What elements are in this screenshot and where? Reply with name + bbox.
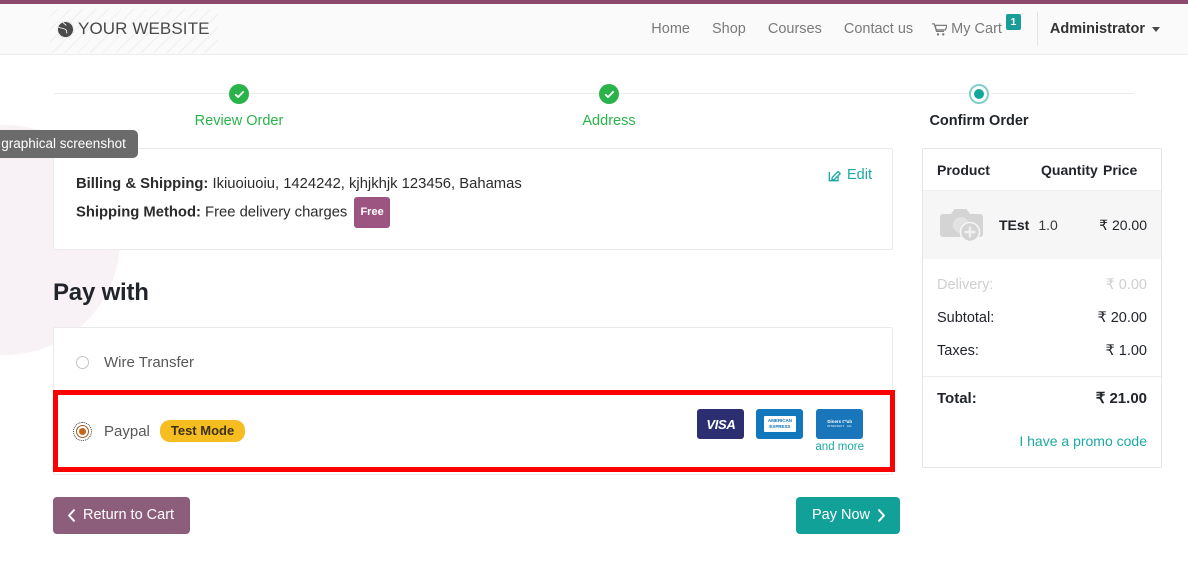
visa-logo-text: VISA: [706, 416, 736, 432]
summary-line-subtotal: Subtotal: ₹ 20.00: [937, 302, 1147, 335]
check-circle-icon: [599, 84, 619, 104]
image-placeholder-icon: [937, 201, 991, 250]
globe-icon: [56, 20, 75, 39]
shipping-method-line: Shipping Method: Free delivery charges F…: [76, 197, 870, 228]
shipping-method-label: Shipping Method:: [76, 204, 201, 221]
summary-line-value: ₹ 1.00: [1105, 343, 1147, 359]
chevron-left-icon: [67, 508, 76, 522]
summary-line-label: Taxes:: [937, 343, 979, 359]
step-label: Confirm Order: [929, 113, 1029, 129]
pay-now-label: Pay Now: [812, 507, 871, 523]
shopping-cart-icon: [932, 22, 948, 36]
dot-icon: [969, 84, 989, 104]
chevron-right-icon: [877, 508, 886, 522]
column-header-quantity: Quantity: [1041, 162, 1098, 178]
total-value: ₹ 21.00: [1095, 390, 1147, 407]
top-accent-bar: [0, 0, 1188, 4]
summary-line-value: ₹ 20.00: [1097, 310, 1147, 326]
brand-logo[interactable]: YOUR WEBSITE: [50, 9, 218, 53]
nav-divider: [1036, 12, 1038, 46]
step-label: Address: [582, 113, 636, 129]
user-menu[interactable]: Administrator: [1046, 15, 1164, 43]
summary-line-value: ₹ 0.00: [1105, 277, 1147, 293]
test-mode-badge: Test Mode: [159, 420, 246, 442]
summary-line-label: Delivery:: [937, 277, 994, 293]
address-summary-card: Billing & Shipping: Ikiuoiuoiu, 1424242,…: [53, 148, 893, 250]
brand-name: YOUR WEBSITE: [78, 19, 210, 38]
amex-logo-line2: EXPRESS: [769, 424, 791, 429]
return-to-cart-button[interactable]: Return to Cart: [53, 497, 191, 534]
promo-code-link[interactable]: I have a promo code: [923, 417, 1161, 467]
diners-club-group: Diners Club INTERNATIONAL and more: [815, 409, 864, 453]
user-menu-label: Administrator: [1049, 21, 1145, 37]
site-header: YOUR WEBSITE Home Shop Courses Contact u…: [0, 4, 1188, 55]
visa-logo: VISA: [697, 409, 745, 439]
column-header-product: Product: [937, 162, 990, 178]
checkout-main-column: Billing & Shipping: Ikiuoiuoiu, 1424242,…: [53, 148, 895, 475]
nav-item-home[interactable]: Home: [640, 15, 701, 43]
checkout-stepper: Review Order Address Confirm Order: [54, 84, 1134, 134]
summary-line-total: Total: ₹ 21.00: [937, 389, 1147, 407]
payment-option-wire-transfer[interactable]: Wire Transfer: [54, 334, 892, 390]
nav-item-shop[interactable]: Shop: [701, 15, 757, 43]
column-header-price: Price: [1103, 162, 1138, 178]
payment-option-label: Paypal: [104, 422, 150, 440]
current-step-dot: [974, 89, 984, 99]
cart-count-badge: 1: [1005, 13, 1021, 31]
return-to-cart-label: Return to Cart: [83, 507, 175, 523]
diners-logo-inner: Diners Club INTERNATIONAL: [827, 419, 853, 428]
step-review-order[interactable]: Review Order: [139, 84, 339, 129]
summary-line-label: Subtotal:: [937, 310, 995, 326]
nav-item-courses[interactable]: Courses: [757, 15, 833, 43]
step-address[interactable]: Address: [509, 84, 709, 129]
step-label: Review Order: [194, 113, 284, 129]
payment-methods-card: Wire Transfer Paypal Test Mode VISA AMER…: [53, 327, 895, 475]
step-confirm-order[interactable]: Confirm Order: [879, 84, 1079, 129]
diners-club-logo: Diners Club INTERNATIONAL: [816, 409, 864, 439]
nav-item-my-cart[interactable]: My Cart 1: [924, 13, 1031, 44]
billing-shipping-value: Ikiuoiuoiu, 1424242, kjhjkhjk 123456, Ba…: [212, 176, 522, 192]
diners-logo-line2: INTERNATIONAL: [827, 423, 853, 428]
billing-shipping-label: Billing & Shipping:: [76, 176, 209, 192]
payment-option-paypal[interactable]: Paypal Test Mode VISA AMERICAN EXPRESS D…: [53, 390, 895, 472]
edit-label: Edit: [847, 167, 872, 183]
and-more-link[interactable]: and more: [815, 441, 864, 453]
summary-item-name: TEst: [999, 217, 1030, 233]
pay-now-button[interactable]: Pay Now: [796, 497, 901, 534]
summary-item-row: TEst 1.0 ₹ 20.00: [923, 191, 1161, 259]
main-navigation: Home Shop Courses Contact us My Cart 1 A…: [640, 12, 1188, 46]
amex-logo: AMERICAN EXPRESS: [756, 409, 804, 439]
summary-totals-lines: Delivery: ₹ 0.00 Subtotal: ₹ 20.00 Taxes…: [923, 259, 1161, 376]
nav-item-contact-us[interactable]: Contact us: [833, 15, 924, 43]
summary-line-delivery: Delivery: ₹ 0.00: [937, 269, 1147, 302]
payment-option-label: Wire Transfer: [104, 353, 195, 371]
pencil-square-icon: [828, 168, 842, 182]
checkout-page: YOUR WEBSITE Home Shop Courses Contact u…: [0, 0, 1188, 580]
shipping-method-value: Free delivery charges: [205, 204, 348, 221]
summary-table-header: Product Quantity Price: [923, 149, 1161, 191]
pay-with-heading: Pay with: [53, 279, 149, 306]
billing-shipping-line: Billing & Shipping: Ikiuoiuoiu, 1424242,…: [76, 171, 870, 197]
accepted-card-logos: VISA AMERICAN EXPRESS Diners Club INTERN…: [697, 409, 872, 453]
check-circle-icon: [229, 84, 249, 104]
summary-total-section: Total: ₹ 21.00: [923, 376, 1161, 417]
cart-label: My Cart: [951, 21, 1002, 37]
amex-logo-inner: AMERICAN EXPRESS: [763, 416, 796, 432]
radio-wire-transfer[interactable]: [76, 355, 89, 369]
chevron-down-icon: [1152, 26, 1160, 32]
order-summary-panel: Product Quantity Price TEst 1.0 ₹ 20.00 …: [922, 148, 1162, 468]
free-badge: Free: [354, 197, 390, 228]
radio-paypal[interactable]: [73, 421, 92, 441]
summary-line-taxes: Taxes: ₹ 1.00: [937, 335, 1147, 368]
screenshot-tooltip: e graphical screenshot: [0, 130, 138, 158]
summary-item-quantity: 1.0: [1038, 217, 1058, 233]
edit-address-link[interactable]: Edit: [828, 167, 872, 183]
summary-item-price: ₹ 20.00: [1099, 216, 1147, 233]
total-label: Total:: [937, 390, 977, 407]
